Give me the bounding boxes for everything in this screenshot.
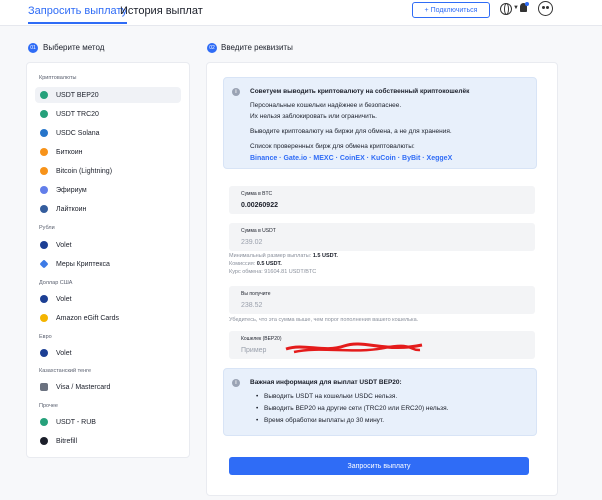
usdc-icon	[40, 129, 48, 137]
lightning-icon	[40, 167, 48, 175]
tether-icon	[40, 91, 48, 99]
bitcoin-icon	[40, 148, 48, 156]
method-label: Amazon eGift Cards	[56, 314, 120, 322]
tip-line: Выводите криптовалюту на биржи для обмен…	[250, 128, 452, 135]
request-payout-button[interactable]: Запросить выплату	[229, 457, 529, 475]
important-item: Время обработки выплаты до 30 минут.	[256, 417, 384, 424]
amazon-icon	[40, 314, 48, 322]
important-title: Важная информация для выплат USDT BEP20:	[250, 379, 402, 386]
method-bitcoin[interactable]: Биткоин	[35, 144, 181, 160]
min-payout-hint: Минимальный размер выплаты: 1.5 USDT.	[229, 253, 338, 259]
subscribe-button[interactable]: + Подключиться	[412, 2, 490, 18]
wallet-field[interactable]: Кошелек (BEP20) Пример	[229, 331, 535, 359]
method-bitrefill[interactable]: Bitrefill	[35, 433, 181, 449]
receive-hint: Убедитесь, что эта сумма выше, чем порог…	[229, 317, 419, 323]
receive-amount-value: 238.52	[241, 302, 263, 309]
chevron-down-icon[interactable]: ▼	[513, 5, 519, 11]
method-mery-cryptex[interactable]: Меры Криптекса	[35, 256, 181, 272]
methods-card: Криптовалюты USDT BEP20 USDT TRC20 USDC …	[26, 62, 190, 458]
tether-icon	[40, 418, 48, 426]
top-bar: Запросить выплату История выплат + Подкл…	[0, 0, 602, 26]
group-label-other: Прочее	[39, 403, 58, 409]
step-title-details: Введите реквизиты	[221, 43, 293, 52]
avatar[interactable]	[538, 1, 553, 16]
tether-icon	[40, 110, 48, 118]
method-label: Меры Криптекса	[56, 260, 110, 268]
field-label: Сумма в BTC	[241, 191, 273, 197]
diamond-icon	[39, 259, 49, 269]
step-badge-2: 02	[207, 43, 217, 53]
method-amazon[interactable]: Amazon eGift Cards	[35, 310, 181, 326]
method-bitcoin-lightning[interactable]: Bitcoin (Lightning)	[35, 163, 181, 179]
important-info-box: i Важная информация для выплат USDT BEP2…	[223, 368, 537, 436]
method-label: Visa / Mastercard	[56, 383, 111, 391]
method-label: Эфириум	[56, 186, 87, 194]
method-litecoin[interactable]: Лайткоин	[35, 201, 181, 217]
method-label: Volet	[56, 241, 72, 249]
tip-line: Персональные кошельки надёжнее и безопас…	[250, 102, 402, 109]
btc-amount-value: 0.00260922	[241, 202, 278, 209]
card-icon	[40, 383, 48, 391]
volet-icon	[40, 349, 48, 357]
method-label: Биткоин	[56, 148, 83, 156]
field-label: Вы получите	[241, 291, 271, 297]
tip-title: Советуем выводить криптовалюту на собств…	[250, 88, 470, 95]
method-usdt-bep20[interactable]: USDT BEP20	[35, 87, 181, 103]
tip-line: Список проверенных бирж для обмена крипт…	[250, 143, 415, 150]
info-icon: i	[232, 379, 240, 387]
wallet-tip-box: i Советуем выводить криптовалюту на собс…	[223, 77, 537, 169]
group-label-euro: Евро	[39, 334, 52, 340]
method-ethereum[interactable]: Эфириум	[35, 182, 181, 198]
method-usdt-rub[interactable]: USDT - RUB	[35, 414, 181, 430]
fee-hint: Комиссия: 0.5 USDT.	[229, 261, 282, 267]
method-label: USDT BEP20	[56, 91, 99, 99]
method-label: Bitcoin (Lightning)	[56, 167, 113, 175]
globe-icon[interactable]	[500, 3, 512, 15]
method-usdt-trc20[interactable]: USDT TRC20	[35, 106, 181, 122]
field-label: Кошелек (BEP20)	[241, 336, 282, 342]
tip-line: Их нельзя заблокировать или ограничить.	[250, 113, 377, 120]
volet-icon	[40, 241, 48, 249]
group-label-rubles: Рубли	[39, 225, 55, 231]
usdt-amount-value: 239.02	[241, 239, 263, 246]
step-badge-1: 01	[28, 43, 38, 53]
litecoin-icon	[40, 205, 48, 213]
step-title-method: Выберите метод	[43, 43, 105, 52]
method-visa-mastercard[interactable]: Visa / Mastercard	[35, 379, 181, 395]
bitrefill-icon	[40, 437, 48, 445]
tab-request-payout[interactable]: Запросить выплату	[28, 5, 128, 24]
redaction-scribble	[285, 342, 423, 354]
method-volet-usd[interactable]: Volet	[35, 291, 181, 307]
method-volet-eur[interactable]: Volet	[35, 345, 181, 361]
btc-amount-field[interactable]: Сумма в BTC 0.00260922	[229, 186, 535, 214]
ethereum-icon	[40, 186, 48, 194]
important-item: Выводить USDT на кошельки USDC нельзя.	[256, 393, 397, 400]
group-label-crypto: Криптовалюты	[39, 75, 77, 81]
info-icon: i	[232, 88, 240, 96]
notification-dot	[525, 2, 529, 6]
method-label: USDT TRC20	[56, 110, 99, 118]
rate-hint: Курс обмена: 91604.81 USDT/BTC	[229, 269, 317, 275]
method-label: Bitrefill	[56, 437, 78, 445]
method-label: USDC Solana	[56, 129, 100, 137]
group-label-usd: Доллар США	[39, 280, 73, 286]
details-card: i Советуем выводить криптовалюту на собс…	[206, 62, 558, 496]
receive-amount-field: Вы получите 238.52	[229, 286, 535, 314]
group-label-kzt: Казахстанский тенге	[39, 368, 92, 374]
important-item: Выводить BEP20 на другие сети (TRC20 или…	[256, 405, 448, 412]
volet-icon	[40, 295, 48, 303]
method-volet-rub[interactable]: Volet	[35, 237, 181, 253]
method-usdc-solana[interactable]: USDC Solana	[35, 125, 181, 141]
method-label: Volet	[56, 349, 72, 357]
wallet-input[interactable]: Пример	[241, 347, 266, 354]
method-label: USDT - RUB	[56, 418, 96, 426]
exchange-links[interactable]: Binance · Gate.io · MEXC · CoinEX · KuCo…	[250, 155, 452, 162]
usdt-amount-field: Сумма в USDT 239.02	[229, 223, 535, 251]
tab-payout-history[interactable]: История выплат	[120, 5, 203, 17]
field-label: Сумма в USDT	[241, 228, 276, 234]
method-label: Лайткоин	[56, 205, 87, 213]
method-label: Volet	[56, 295, 72, 303]
